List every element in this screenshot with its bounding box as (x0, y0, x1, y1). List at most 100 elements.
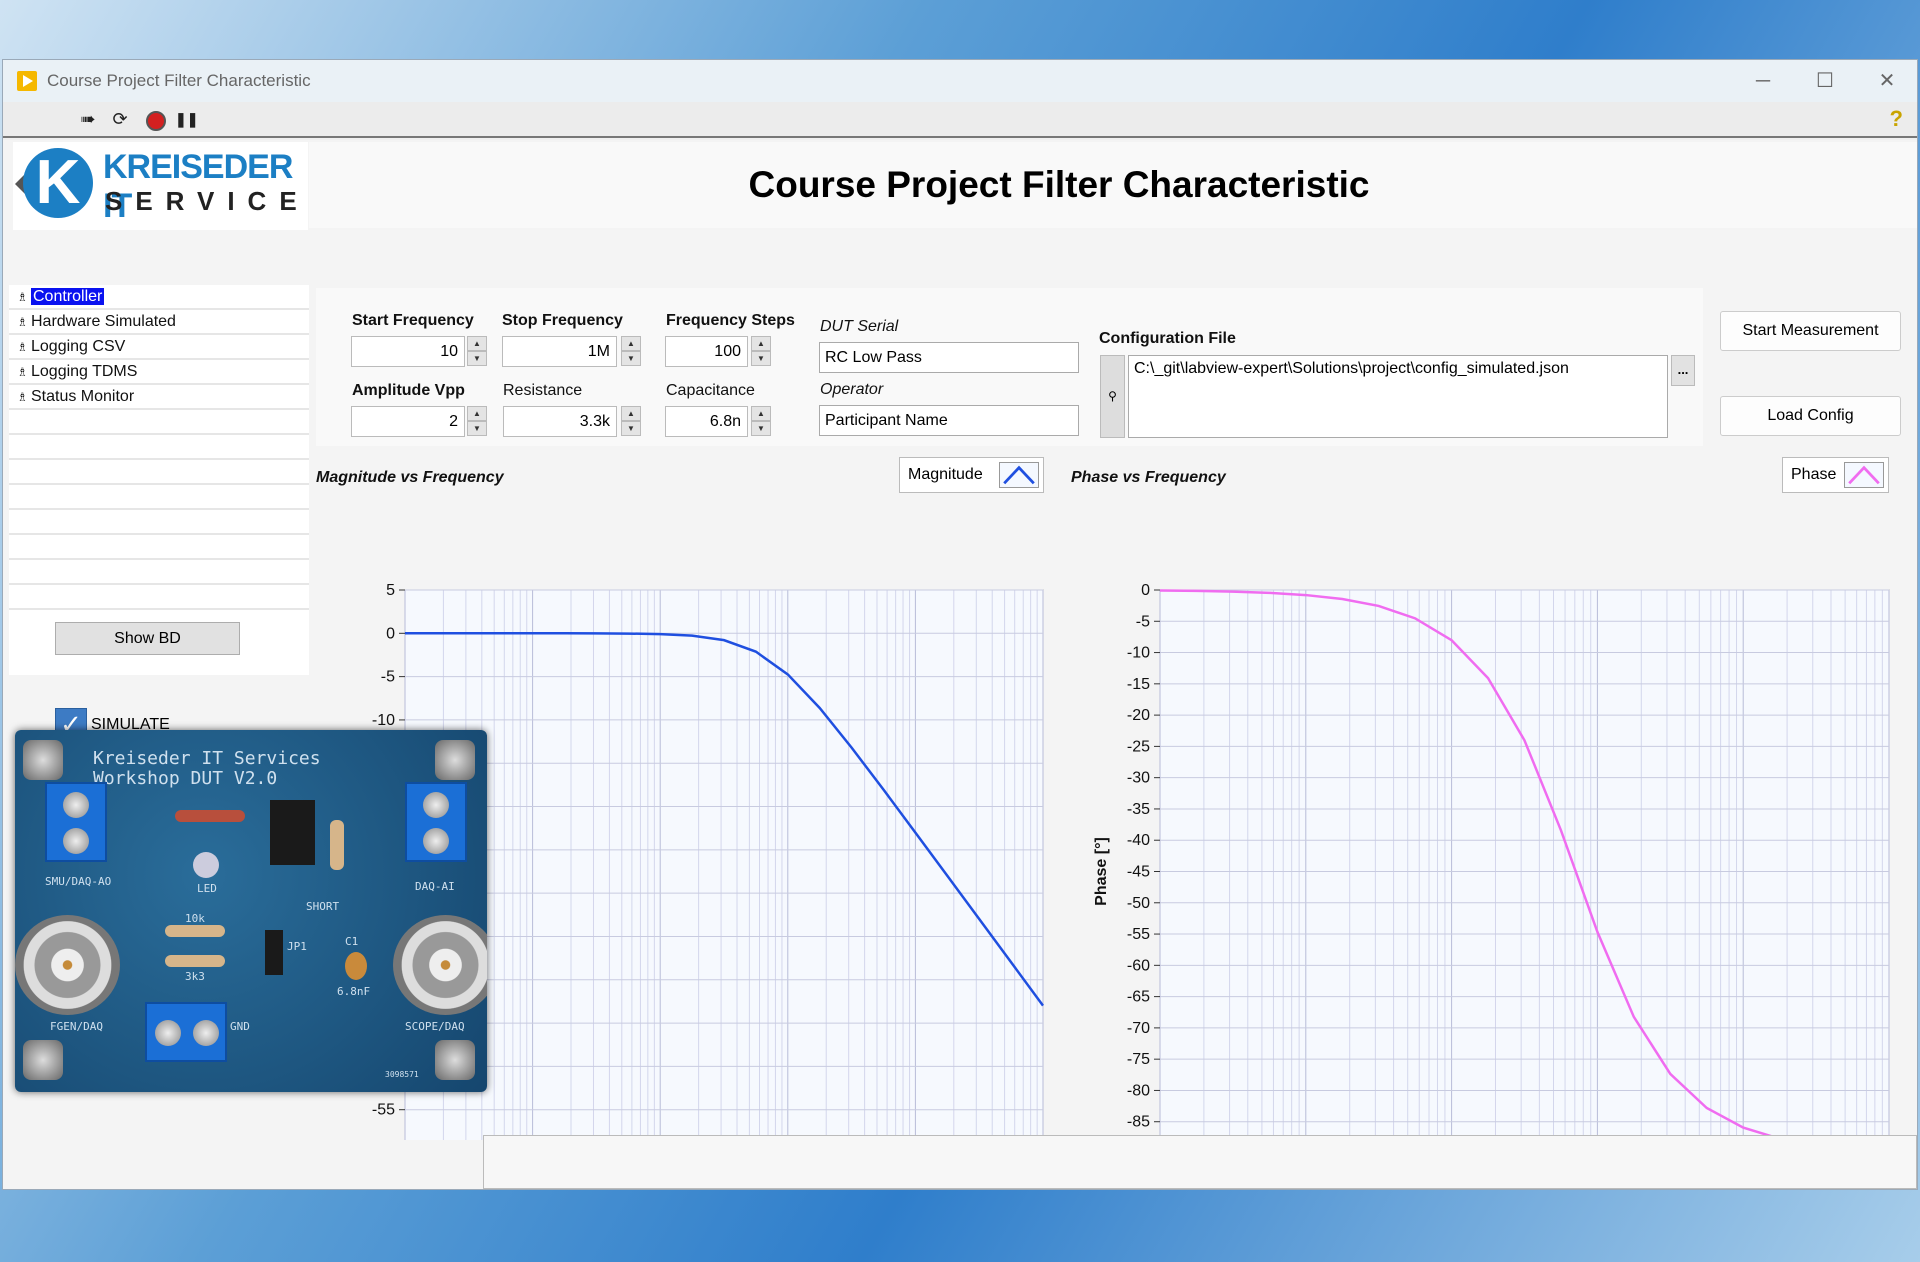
amplitude-stepper[interactable]: ▲ ▼ (467, 406, 487, 437)
y-tick-label: -40 (1127, 832, 1150, 849)
load-config-button[interactable]: Load Config (1720, 396, 1901, 436)
y-tick-label: -35 (1127, 801, 1150, 818)
decrement-icon[interactable]: ▼ (621, 421, 641, 436)
show-bd-button[interactable]: Show BD (55, 622, 240, 655)
bnc-connector (393, 915, 487, 1015)
phase-legend[interactable]: Phase (1782, 457, 1889, 493)
pcb-label: 3098571 (385, 1070, 419, 1079)
operator-label: Operator (820, 381, 884, 398)
vi-icon: ♗ (17, 390, 28, 404)
pcb-silkscreen: Kreiseder IT Services (93, 748, 321, 769)
abort-execution-icon[interactable] (146, 111, 166, 131)
standoff-nut (23, 740, 63, 780)
y-tick-label: -85 (1127, 1114, 1150, 1131)
operator-input[interactable]: Participant Name (819, 405, 1079, 436)
vi-icon: ♗ (17, 315, 28, 329)
nav-item-controller[interactable]: ♗ Controller (9, 285, 309, 310)
standoff-nut (435, 740, 475, 780)
empty-row (9, 460, 309, 485)
legend-label: Phase (1791, 466, 1837, 483)
empty-row (9, 510, 309, 535)
path-type-icon[interactable]: ⚲ (1100, 355, 1125, 438)
close-button[interactable]: ✕ (1867, 66, 1907, 96)
empty-row (9, 410, 309, 435)
empty-row (9, 585, 309, 610)
page-title: Course Project Filter Characteristic (748, 164, 1370, 205)
increment-icon[interactable]: ▲ (621, 336, 641, 351)
y-tick-label: -30 (1127, 770, 1150, 787)
header: Course Project Filter Characteristic (309, 142, 1917, 228)
start-frequency-label: Start Frequency (352, 312, 474, 329)
window-title: Course Project Filter Characteristic (47, 71, 311, 90)
start-frequency-input[interactable]: 10 (351, 336, 465, 367)
empty-row (9, 435, 309, 460)
pcb-silkscreen: Workshop DUT V2.0 (93, 768, 278, 789)
nav-item-logging-tdms[interactable]: ♗ Logging TDMS (9, 360, 309, 385)
magnitude-legend[interactable]: Magnitude (899, 457, 1044, 493)
increment-icon[interactable]: ▲ (467, 406, 487, 421)
jumper (265, 930, 283, 975)
increment-icon[interactable]: ▲ (621, 406, 641, 421)
run-arrow-icon[interactable]: ➠ (77, 108, 99, 130)
y-tick-label: -10 (1127, 645, 1150, 662)
browse-button[interactable]: ... (1671, 355, 1695, 386)
resistance-input[interactable]: 3.3k (503, 406, 617, 437)
frequency-steps-label: Frequency Steps (666, 312, 795, 329)
nav-item-hardware-simulated[interactable]: ♗ Hardware Simulated (9, 310, 309, 335)
dut-serial-input[interactable]: RC Low Pass (819, 342, 1079, 373)
increment-icon[interactable]: ▲ (751, 406, 771, 421)
increment-icon[interactable]: ▲ (751, 336, 771, 351)
stop-frequency-stepper[interactable]: ▲ ▼ (621, 336, 641, 367)
pause-icon[interactable]: ❚❚ (175, 108, 198, 130)
increment-icon[interactable]: ▲ (467, 336, 487, 351)
start-frequency-stepper[interactable]: ▲ ▼ (467, 336, 487, 367)
y-tick-label: -5 (381, 669, 395, 686)
led (193, 852, 219, 878)
y-tick-label: 5 (386, 582, 395, 599)
terminal-block (145, 1002, 227, 1062)
stop-frequency-input[interactable]: 1M (502, 336, 617, 367)
nav-item-logging-csv[interactable]: ♗ Logging CSV (9, 335, 309, 360)
frequency-steps-stepper[interactable]: ▲ ▼ (751, 336, 771, 367)
decrement-icon[interactable]: ▼ (751, 351, 771, 366)
pcb-label: C1 (345, 935, 359, 948)
start-measurement-button[interactable]: Start Measurement (1720, 311, 1901, 351)
status-bar (483, 1135, 1917, 1189)
config-file-path-input[interactable]: C:\_git\labview-expert\Solutions\project… (1128, 355, 1668, 438)
minimize-button[interactable]: ─ (1743, 66, 1783, 96)
y-tick-label: -80 (1127, 1082, 1150, 1099)
pcb-label: SHORT (306, 900, 340, 913)
amplitude-input[interactable]: 2 (351, 406, 465, 437)
toolbar: ➠ ⟳ ❚❚ ? (3, 102, 1917, 138)
capacitance-stepper[interactable]: ▲ ▼ (751, 406, 771, 437)
config-file-label: Configuration File (1099, 330, 1236, 347)
amplitude-label: Amplitude Vpp (352, 382, 465, 399)
resistor (165, 925, 225, 937)
run-continuously-icon[interactable]: ⟳ (109, 108, 131, 130)
y-tick-label: -75 (1127, 1051, 1150, 1068)
frequency-steps-input[interactable]: 100 (665, 336, 748, 367)
maximize-button[interactable]: ☐ (1805, 66, 1845, 96)
diode (175, 810, 245, 822)
y-tick-label: 0 (386, 625, 395, 642)
title-bar: Course Project Filter Characteristic ─ ☐… (3, 60, 1917, 102)
logo-subtext: SERVICES (105, 186, 341, 216)
standoff-nut (23, 1040, 63, 1080)
decrement-icon[interactable]: ▼ (751, 421, 771, 436)
decrement-icon[interactable]: ▼ (467, 421, 487, 436)
nav-item-status-monitor[interactable]: ♗ Status Monitor (9, 385, 309, 410)
decrement-icon[interactable]: ▼ (621, 351, 641, 366)
pcb-label: 3k3 (185, 970, 205, 983)
decrement-icon[interactable]: ▼ (467, 351, 487, 366)
resistance-stepper[interactable]: ▲ ▼ (621, 406, 641, 437)
controls-panel: Start Frequency 10 ▲ ▼ Stop Frequency 1M … (316, 288, 1703, 446)
y-tick-label: -25 (1127, 738, 1150, 755)
y-tick-label: -45 (1127, 864, 1150, 881)
y-axis-label: Phase [°] (1093, 837, 1110, 906)
phase-chart-title: Phase vs Frequency (1071, 469, 1226, 486)
bnc-connector (15, 915, 120, 1015)
empty-row (9, 560, 309, 585)
help-icon[interactable]: ? (1890, 106, 1903, 132)
dut-board-photo: Kreiseder IT Services Workshop DUT V2.0 … (15, 730, 487, 1092)
capacitance-input[interactable]: 6.8n (665, 406, 748, 437)
